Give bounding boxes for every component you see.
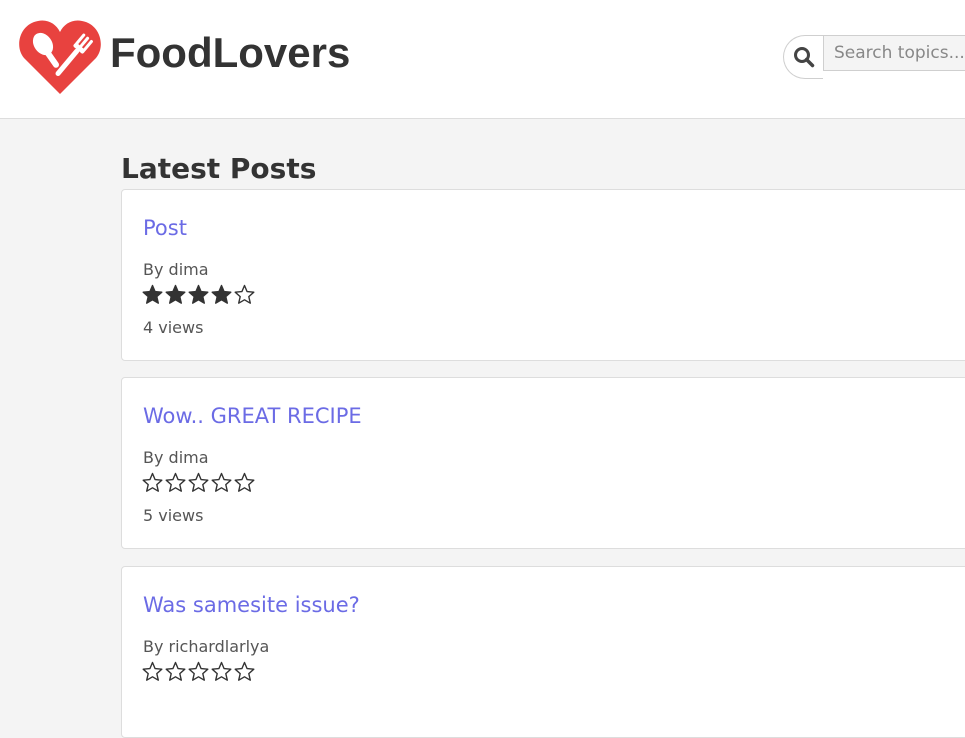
star-empty-icon <box>234 284 255 304</box>
post-views: 4 views <box>143 318 204 337</box>
star-empty-icon <box>165 472 186 492</box>
post-views: 5 views <box>143 506 204 525</box>
site-header: FoodLovers <box>0 0 965 119</box>
star-filled-icon <box>142 284 163 304</box>
star-empty-icon <box>211 661 232 681</box>
star-empty-icon <box>188 472 209 492</box>
search-bar <box>783 35 965 79</box>
post-author: By dima <box>143 260 209 279</box>
star-filled-icon <box>188 284 209 304</box>
section-title: Latest Posts <box>121 152 317 185</box>
star-empty-icon <box>142 661 163 681</box>
search-icon <box>793 47 814 68</box>
star-empty-icon <box>142 472 163 492</box>
post-card: Wow.. GREAT RECIPE By dima 5 views <box>121 377 965 549</box>
star-filled-icon <box>211 284 232 304</box>
search-input[interactable] <box>823 35 965 71</box>
search-button[interactable] <box>783 35 823 79</box>
post-card: Post By dima 4 views <box>121 189 965 361</box>
post-rating <box>142 472 255 493</box>
post-author: By dima <box>143 448 209 467</box>
post-rating <box>142 661 255 682</box>
post-title-link[interactable]: Wow.. GREAT RECIPE <box>143 404 362 428</box>
star-empty-icon <box>165 661 186 681</box>
heart-fork-spoon-logo-icon <box>19 20 101 94</box>
post-title-link[interactable]: Was samesite issue? <box>143 593 360 617</box>
post-title-link[interactable]: Post <box>143 216 187 240</box>
star-filled-icon <box>165 284 186 304</box>
post-rating <box>142 284 255 305</box>
post-card: Was samesite issue? By richardlarlya <box>121 566 965 738</box>
star-empty-icon <box>234 472 255 492</box>
main-content: Latest Posts Post By dima 4 views Wow.. … <box>121 150 965 738</box>
home-logo-link[interactable]: FoodLovers <box>18 18 350 96</box>
star-empty-icon <box>234 661 255 681</box>
star-empty-icon <box>211 472 232 492</box>
star-empty-icon <box>188 661 209 681</box>
brand-name: FoodLovers <box>110 29 351 76</box>
